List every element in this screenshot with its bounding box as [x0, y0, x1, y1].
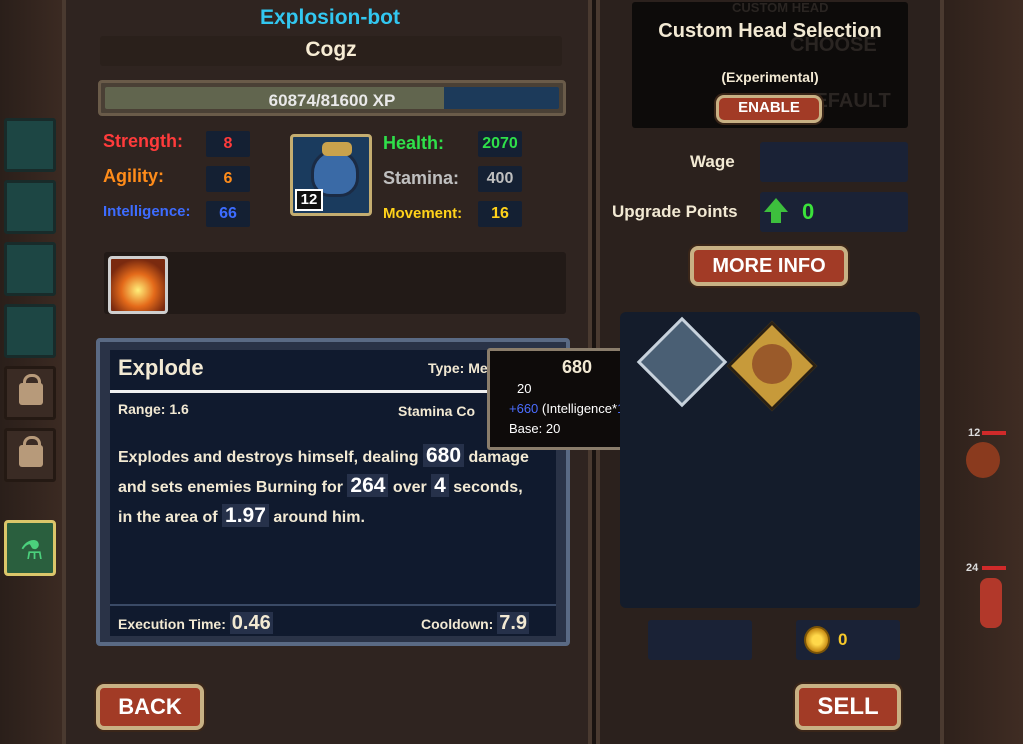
enemy-unit[interactable]: [966, 442, 1000, 478]
wage-field: [760, 142, 908, 182]
ability-bar: [104, 252, 566, 314]
empty-field: [648, 620, 752, 660]
health-label: Health:: [383, 133, 445, 153]
agility-value: 6: [206, 166, 250, 192]
strength-value: 8: [206, 131, 250, 157]
coin-icon: [804, 626, 830, 654]
movement-label: Movement:: [383, 205, 463, 222]
back-button[interactable]: BACK: [96, 684, 204, 730]
tooltip-line: +660 (Intelligence*10): [509, 401, 636, 416]
xp-bar: 60874/81600 XP: [98, 80, 566, 116]
lock-icon: [19, 436, 43, 467]
inventory-slot[interactable]: [4, 180, 56, 234]
coin-value: 0: [838, 630, 848, 649]
tooltip-line: 20: [517, 381, 532, 396]
stamina-label: Stamina:: [383, 168, 460, 188]
bot-name[interactable]: Cogz: [100, 38, 562, 62]
locked-slot[interactable]: [4, 428, 56, 482]
custom-head-title: Custom Head Selection: [658, 20, 882, 42]
enemy-unit[interactable]: [980, 578, 1002, 628]
explode-ability-icon[interactable]: [108, 256, 168, 314]
ability-name: Explode: [118, 355, 204, 380]
upgrade-arrow-icon: [771, 211, 781, 223]
execution-time: Execution Time: 0.46: [118, 612, 273, 634]
more-info-button[interactable]: MORE INFO: [690, 246, 848, 286]
enemy-health-bar: [982, 566, 1006, 570]
right-background: [943, 0, 1023, 744]
enable-button[interactable]: ENABLE: [716, 95, 822, 123]
dog-face-icon: [752, 344, 792, 384]
inventory-slot[interactable]: [4, 118, 56, 172]
lock-icon: [19, 374, 43, 405]
potion-slot[interactable]: ⚗: [4, 520, 56, 576]
upgrade-points-value: 0: [802, 199, 815, 224]
wage-label: Wage: [690, 152, 735, 171]
enemy-level: 24: [966, 562, 979, 574]
bot-portrait[interactable]: 12: [290, 134, 372, 216]
upgrade-points-label: Upgrade Points: [612, 202, 738, 221]
intelligence-label: Intelligence:: [103, 203, 191, 220]
xp-text: 60874/81600 XP: [268, 91, 396, 109]
cooldown: Cooldown: 7.9: [421, 612, 530, 634]
inventory-slot[interactable]: [4, 242, 56, 296]
strength-label: Strength:: [103, 131, 183, 151]
health-value: 2070: [478, 131, 522, 157]
custom-head-subtitle: (Experimental): [721, 69, 819, 85]
inventory-slot[interactable]: [4, 304, 56, 358]
ability-type: Type: Me: [428, 360, 488, 376]
enemy-level: 12: [968, 427, 981, 439]
agility-label: Agility:: [103, 166, 164, 186]
divider: [110, 604, 556, 606]
enemy-health-bar: [982, 431, 1006, 435]
movement-value: 16: [478, 201, 522, 227]
ability-description: Explodes and destroys himself, dealing 6…: [118, 444, 529, 527]
bot-type-title: Explosion-bot: [260, 6, 400, 29]
upgrade-arrow-icon[interactable]: [764, 198, 788, 212]
locked-slot[interactable]: [4, 366, 56, 420]
stamina-value: 400: [478, 166, 522, 192]
potion-icon: ⚗: [20, 535, 44, 565]
custom-head-ghost-text: CUSTOM HEAD: [732, 0, 829, 15]
level-badge: 12: [295, 189, 323, 211]
ability-range: Range: 1.6: [118, 401, 189, 417]
sell-button[interactable]: SELL: [795, 684, 901, 730]
tooltip-line: Base: 20: [509, 421, 561, 436]
intelligence-value: 66: [206, 201, 250, 227]
ability-stamina-cost: Stamina Co: [398, 403, 476, 419]
